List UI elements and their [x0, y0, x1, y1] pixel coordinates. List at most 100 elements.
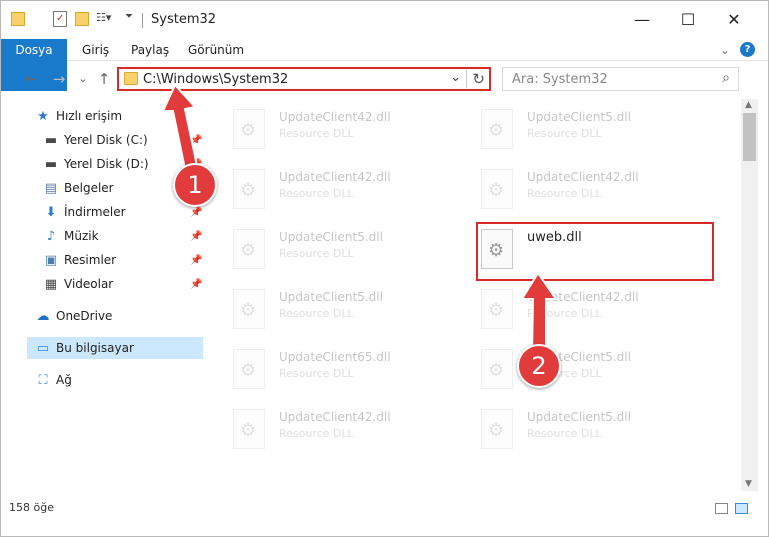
nav-item-local-disk-d[interactable]: ▬ Yerel Disk (D:) — [43, 153, 149, 175]
drive-icon: ▬ — [44, 133, 58, 148]
pin-icon[interactable]: 📌 — [190, 207, 202, 218]
scroll-up-icon[interactable]: ▲ — [745, 100, 752, 110]
file-name: UpdateClient42.dll — [279, 410, 391, 424]
maximize-button[interactable]: ☐ — [665, 5, 711, 35]
dll-file-icon — [481, 289, 513, 329]
drive-icon: ▬ — [44, 157, 58, 172]
vertical-scrollbar[interactable]: ▲ ▼ — [741, 99, 758, 491]
pictures-icon: ▣ — [44, 253, 58, 268]
help-icon[interactable]: ? — [740, 42, 755, 57]
tab-share[interactable]: Paylaş — [131, 39, 169, 61]
nav-item-local-disk-c[interactable]: ▬ Yerel Disk (C:) — [43, 129, 148, 151]
step-2-badge: 2 — [517, 344, 561, 388]
file-name: UpdateClient5.dll — [279, 290, 383, 304]
file-item[interactable]: UpdateClient42.dll Resource DLL — [227, 103, 467, 155]
up-button[interactable]: ↑ — [94, 69, 114, 89]
dll-file-icon — [233, 349, 265, 389]
nav-item-label: Bu bilgisayar — [56, 341, 134, 355]
nav-item-pictures[interactable]: ▣ Resimler — [43, 249, 116, 271]
back-button[interactable]: ← — [21, 69, 41, 89]
file-item[interactable]: UpdateClient42.dll Resource DLL — [475, 163, 715, 215]
search-input[interactable]: Ara: System32 — [512, 72, 608, 87]
nav-item-music[interactable]: ♪ Müzik — [43, 225, 99, 247]
customize-quick-access-icon[interactable]: ☷▾ — [96, 11, 120, 29]
highlight-box — [476, 222, 714, 281]
nav-item-label: Belgeler — [64, 181, 114, 195]
status-bar: 158 öğe — [1, 496, 768, 518]
download-icon: ⬇ — [45, 205, 57, 220]
close-button[interactable]: ✕ — [711, 5, 757, 35]
file-name: UpdateClient5.dll — [279, 230, 383, 244]
dll-file-icon — [481, 169, 513, 209]
nav-item-label: Müzik — [64, 229, 99, 243]
ribbon-collapse-icon[interactable]: ⌄ — [720, 39, 730, 61]
file-item[interactable]: UpdateClient5.dll Resource DLL — [227, 283, 467, 335]
nav-item-label: OneDrive — [56, 309, 113, 323]
file-item[interactable]: UpdateClient42.dll Resource DLL — [475, 283, 715, 335]
folder-icon — [124, 72, 138, 85]
tab-view[interactable]: Görünüm — [188, 39, 244, 61]
recent-locations-button[interactable]: ⌄ — [73, 69, 93, 89]
nav-item-label: Ağ — [56, 373, 72, 387]
file-name: UpdateClient42.dll — [279, 170, 391, 184]
nav-item-quick-access[interactable]: ★ Hızlı erişim — [35, 105, 122, 127]
window-title: System32 — [151, 12, 217, 27]
pin-icon[interactable]: 📌 — [190, 279, 202, 290]
documents-icon: ▤ — [44, 181, 58, 196]
forward-button[interactable]: → — [49, 69, 69, 89]
folder-icon — [11, 12, 25, 26]
pin-icon[interactable]: 📌 — [190, 231, 202, 242]
quick-access-dropdown-icon[interactable]: ⏷ — [125, 11, 135, 29]
dll-file-icon — [233, 169, 265, 209]
new-folder-icon[interactable] — [75, 12, 89, 26]
scroll-thumb[interactable] — [743, 113, 756, 161]
file-item[interactable]: UpdateClient42.dll Resource DLL — [227, 403, 467, 455]
details-view-icon[interactable] — [715, 503, 728, 514]
dll-file-icon — [481, 409, 513, 449]
nav-item-label: Hızlı erişim — [56, 109, 123, 123]
ribbon: Dosya Giriş Paylaş Görünüm ⌄ ? — [1, 39, 768, 91]
nav-item-network[interactable]: ⛶ Ağ — [35, 369, 72, 391]
file-type: Resource DLL — [279, 307, 354, 320]
dll-file-icon — [233, 229, 265, 269]
nav-item-videos[interactable]: ▦ Videolar — [43, 273, 113, 295]
pin-icon[interactable]: 📌 — [190, 255, 202, 266]
nav-item-label: İndirmeler — [64, 205, 126, 219]
address-dropdown-icon[interactable]: ⌄ — [450, 70, 461, 85]
item-count: 158 öğe — [9, 501, 54, 514]
dll-file-icon — [233, 289, 265, 329]
file-name: UpdateClient42.dll — [279, 110, 391, 124]
file-name: UpdateClient5.dll — [527, 110, 631, 124]
dll-file-icon — [481, 109, 513, 149]
file-item[interactable]: UpdateClient5.dll Resource DLL — [227, 223, 467, 275]
properties-icon[interactable]: ✓ — [53, 11, 67, 27]
nav-item-onedrive[interactable]: ☁ OneDrive — [35, 305, 113, 327]
minimize-button[interactable]: — — [619, 5, 665, 35]
tab-home[interactable]: Giriş — [82, 39, 109, 61]
large-icons-view-icon[interactable] — [735, 503, 748, 514]
file-type: Resource DLL — [279, 127, 354, 140]
file-item[interactable]: UpdateClient5.dll Resource DLL — [475, 103, 715, 155]
nav-item-label: Yerel Disk (D:) — [64, 157, 149, 171]
nav-item-this-pc[interactable]: ▭ Bu bilgisayar — [27, 337, 203, 359]
file-item[interactable]: UpdateClient5.dll Resource DLL — [475, 343, 715, 395]
cloud-icon: ☁ — [36, 309, 50, 324]
nav-item-documents[interactable]: ▤ Belgeler — [43, 177, 114, 199]
search-box[interactable]: Ara: System32 ⌕ — [502, 67, 739, 91]
dll-file-icon — [233, 409, 265, 449]
file-item[interactable]: UpdateClient65.dll Resource DLL — [227, 343, 467, 395]
file-type: Resource DLL — [279, 427, 354, 440]
refresh-icon[interactable]: ↻ — [466, 70, 485, 88]
nav-item-downloads[interactable]: ⬇ İndirmeler — [43, 201, 126, 223]
file-type: Resource DLL — [279, 187, 354, 200]
search-icon[interactable]: ⌕ — [722, 70, 730, 86]
file-type: Resource DLL — [279, 367, 354, 380]
scroll-down-icon[interactable]: ▼ — [745, 479, 752, 489]
file-item[interactable]: UpdateClient5.dll Resource DLL — [475, 403, 715, 455]
music-icon: ♪ — [46, 229, 56, 244]
title-separator — [142, 13, 143, 28]
file-item[interactable]: UpdateClient42.dll Resource DLL — [227, 163, 467, 215]
nav-item-label: Resimler — [64, 253, 117, 267]
file-type: Resource DLL — [527, 187, 602, 200]
computer-icon: ▭ — [36, 341, 50, 356]
